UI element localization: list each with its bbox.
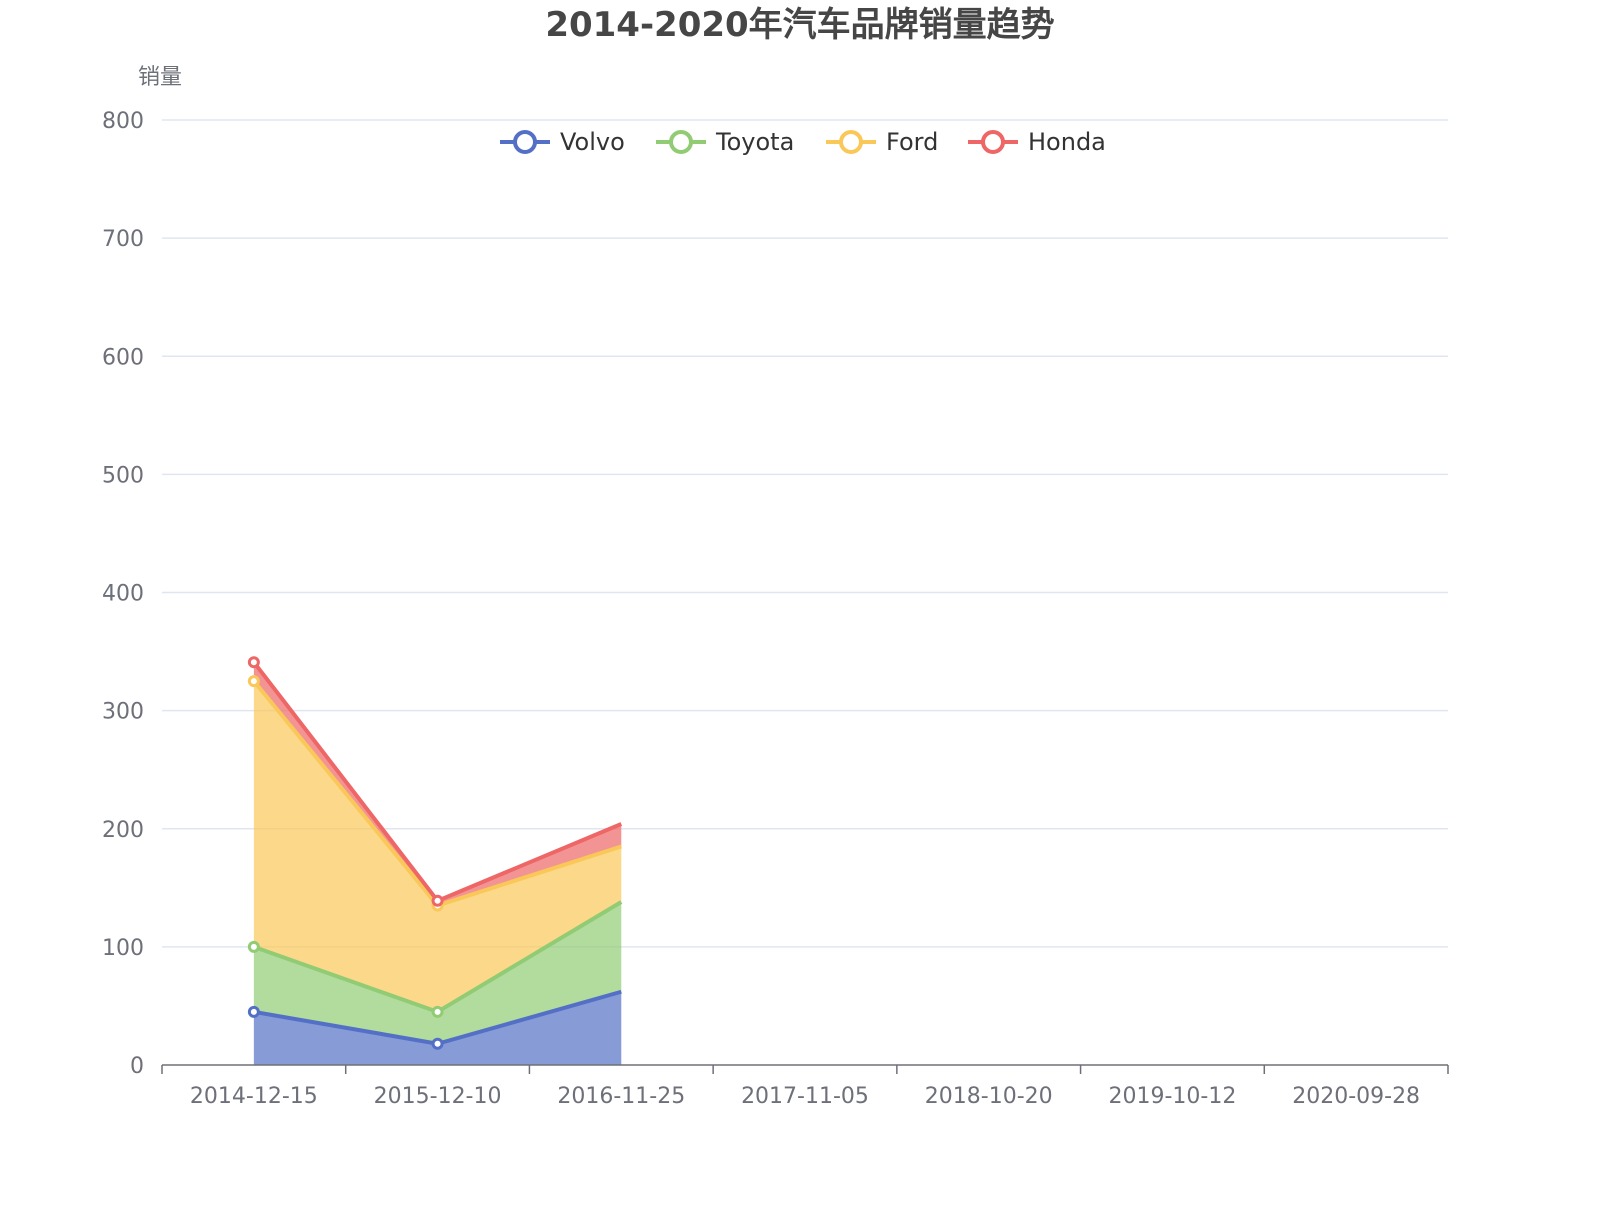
legend-circle-icon xyxy=(669,130,693,154)
legend-label: Ford xyxy=(886,128,938,156)
y-tick-label: 0 xyxy=(130,1054,144,1079)
legend-circle-icon xyxy=(981,130,1005,154)
y-tick-label: 400 xyxy=(102,582,144,607)
legend[interactable]: Volvo Toyota Ford Honda xyxy=(500,128,1106,156)
legend-item-ford[interactable]: Ford xyxy=(826,128,938,156)
y-axis-label: 销量 xyxy=(138,65,182,90)
chart-svg: 2014-2020年汽车品牌销量趋势 销量 0 100 200 300 400 500 60… xyxy=(102,5,1449,1109)
point-toyota[interactable] xyxy=(247,940,260,953)
x-tick-label: 2018-10-20 xyxy=(925,1084,1053,1109)
x-tick-label: 2015-12-10 xyxy=(374,1084,502,1109)
y-tick-label: 300 xyxy=(102,700,144,725)
point-volvo[interactable] xyxy=(431,1037,444,1050)
x-tick-label: 2014-12-15 xyxy=(190,1084,318,1109)
point-honda[interactable] xyxy=(247,656,260,669)
x-tick-label: 2019-10-12 xyxy=(1108,1084,1236,1109)
legend-circle-icon xyxy=(513,130,537,154)
legend-item-honda[interactable]: Honda xyxy=(968,128,1106,156)
point-volvo[interactable] xyxy=(247,1005,260,1018)
chart-container: 2014-2020年汽车品牌销量趋势 销量 0 100 200 300 400 500 60… xyxy=(0,0,1600,1200)
point-honda[interactable] xyxy=(431,894,444,907)
legend-label: Volvo xyxy=(560,128,625,156)
legend-item-volvo[interactable]: Volvo xyxy=(500,128,625,156)
y-tick-label: 500 xyxy=(102,463,144,488)
y-tick-label: 100 xyxy=(102,936,144,961)
y-tick-label: 700 xyxy=(102,227,144,252)
y-tick-label: 800 xyxy=(102,109,144,134)
legend-label: Honda xyxy=(1028,128,1106,156)
legend-circle-icon xyxy=(839,130,863,154)
x-tick-label: 2020-09-28 xyxy=(1292,1084,1420,1109)
chart-title: 2014-2020年汽车品牌销量趋势 xyxy=(545,5,1054,45)
point-toyota[interactable] xyxy=(431,1005,444,1018)
point-ford[interactable] xyxy=(247,675,260,688)
y-tick-label: 600 xyxy=(102,345,144,370)
legend-label: Toyota xyxy=(715,128,794,156)
x-tick-label: 2016-11-25 xyxy=(557,1084,685,1109)
y-tick-label: 200 xyxy=(102,818,144,843)
x-tick-label: 2017-11-05 xyxy=(741,1084,869,1109)
legend-item-toyota[interactable]: Toyota xyxy=(656,128,794,156)
